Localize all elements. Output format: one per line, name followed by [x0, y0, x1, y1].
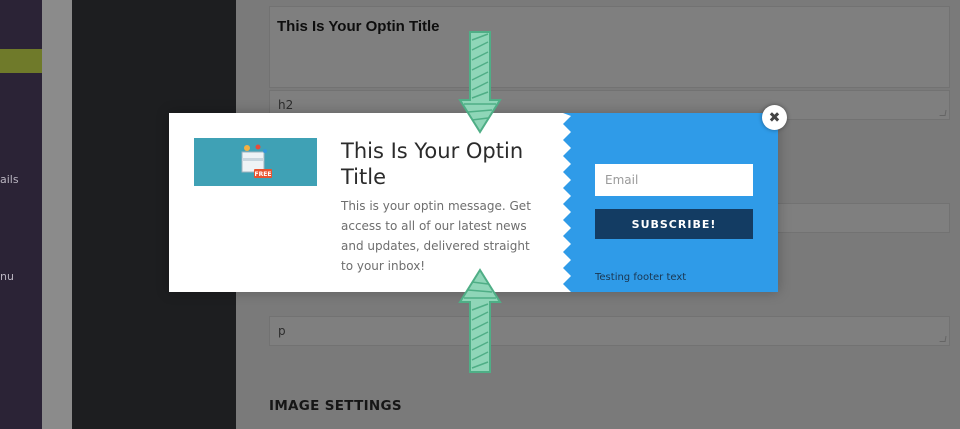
admin-sidebar-label[interactable]: nu	[0, 270, 14, 283]
free-badge-text: FREE	[255, 171, 272, 178]
email-input[interactable]	[595, 164, 753, 196]
admin-sidebar-active-item[interactable]	[0, 49, 49, 73]
close-icon[interactable]: ✖	[762, 105, 787, 130]
message-tag-value: p	[278, 324, 286, 338]
arrow-up-icon	[458, 268, 502, 373]
image-settings-heading: IMAGE SETTINGS	[269, 398, 402, 414]
optin-title: This Is Your Optin Title	[341, 139, 524, 189]
admin-gutter	[42, 0, 72, 429]
zigzag-edge-shape	[563, 113, 778, 292]
subscribe-button[interactable]: SUBSCRIBE!	[595, 209, 753, 239]
resize-handle-icon[interactable]	[939, 336, 947, 342]
optin-message: This is your optin message. Get access t…	[341, 199, 531, 273]
resize-handle-icon[interactable]	[939, 110, 947, 116]
title-tag-value: h2	[278, 98, 294, 112]
optin-footer-text: Testing footer text	[595, 272, 687, 283]
admin-sidebar-label[interactable]: ails	[0, 173, 19, 186]
free-gift-icon: FREE	[241, 144, 272, 178]
optin-image: FREE	[194, 138, 317, 186]
optin-popup: FREE This Is Your Optin Title This is yo…	[169, 113, 778, 292]
optin-form-panel: SUBSCRIBE! Testing footer text	[563, 113, 778, 292]
message-tag-field[interactable]: p	[269, 316, 950, 346]
optin-title-textarea-value: This Is Your Optin Title	[277, 18, 440, 35]
arrow-down-icon	[458, 31, 502, 134]
